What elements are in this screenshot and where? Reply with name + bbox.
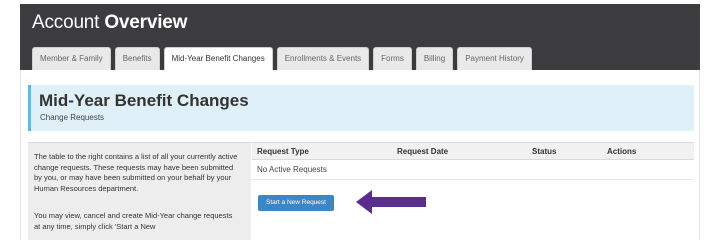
column-header-request-type: Request Type bbox=[252, 142, 392, 160]
left-arrow-icon bbox=[356, 190, 426, 214]
account-title-strong: Overview bbox=[104, 12, 188, 33]
empty-message: No Active Requests bbox=[252, 159, 694, 180]
column-header-status: Status bbox=[527, 142, 602, 160]
tab-mid-year-benefit-changes[interactable]: Mid-Year Benefit Changes bbox=[163, 47, 273, 71]
table-row: No Active Requests bbox=[252, 159, 694, 180]
tab-billing[interactable]: Billing bbox=[415, 47, 454, 70]
tab-member-family[interactable]: Member & Family bbox=[32, 47, 111, 70]
tab-enrollments-events[interactable]: Enrollments & Events bbox=[276, 47, 370, 70]
page-title: Mid-Year Benefit Changes bbox=[39, 91, 249, 110]
requests-table: Request Type Request Date Status Actions… bbox=[252, 142, 694, 180]
start-new-request-button[interactable]: Start a New Request bbox=[258, 195, 334, 211]
account-title-prefix: Account bbox=[32, 12, 105, 33]
page-header: Mid-Year Benefit Changes Change Requests bbox=[28, 85, 694, 131]
tab-benefits[interactable]: Benefits bbox=[114, 47, 160, 70]
tab-payment-history[interactable]: Payment History bbox=[457, 47, 532, 70]
column-header-actions: Actions bbox=[602, 142, 694, 160]
info-paragraph: You may view, cancel and create Mid-Year… bbox=[34, 211, 233, 231]
table-header-row: Request Type Request Date Status Actions bbox=[252, 142, 694, 160]
page-subtitle: Change Requests bbox=[40, 113, 105, 122]
main-content: Mid-Year Benefit Changes Change Requests… bbox=[20, 70, 700, 240]
column-header-request-date: Request Date bbox=[392, 142, 527, 160]
info-panel: The table to the right contains a list o… bbox=[28, 142, 251, 240]
tab-forms[interactable]: Forms bbox=[373, 47, 412, 70]
tab-bar: Member & Family Benefits Mid-Year Benefi… bbox=[32, 47, 536, 71]
account-header-bar: Account Overview Member & Family Benefit… bbox=[20, 4, 700, 71]
info-paragraph: The table to the right contains a list o… bbox=[34, 152, 238, 193]
account-title: Account Overview bbox=[32, 12, 187, 34]
